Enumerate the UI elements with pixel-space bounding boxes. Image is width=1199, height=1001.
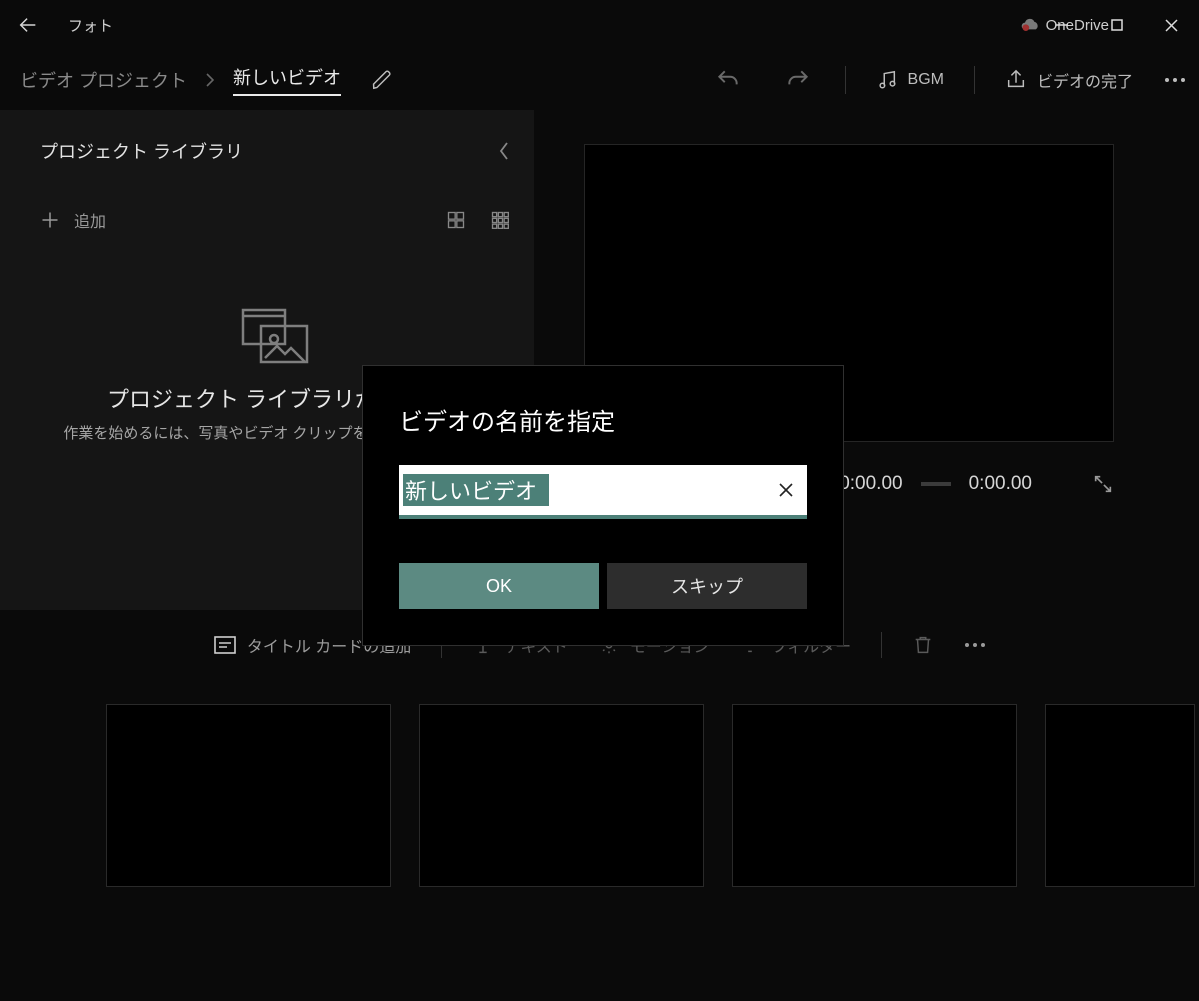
close-icon: [779, 483, 793, 497]
time-total: 0:00.00: [969, 473, 1032, 495]
maximize-icon: [1111, 19, 1123, 31]
fullscreen-button[interactable]: [1092, 473, 1114, 495]
bgm-button[interactable]: BGM: [876, 69, 944, 91]
dialog-title: ビデオの名前を指定: [399, 402, 807, 437]
storyboard-track[interactable]: [0, 680, 1199, 887]
separator: [974, 66, 975, 94]
chevron-left-icon: [498, 141, 510, 161]
minimize-icon: [1056, 19, 1068, 31]
redo-button[interactable]: [763, 67, 833, 93]
view-small-grid-button[interactable]: [490, 210, 510, 230]
window-maximize-button[interactable]: [1089, 0, 1144, 50]
arrow-left-icon: [17, 14, 39, 36]
more-horizontal-icon: [964, 642, 986, 648]
dialog-skip-label: スキップ: [671, 573, 743, 599]
grid-large-icon: [446, 210, 466, 230]
title-card-icon: [213, 635, 237, 655]
storyboard-slot[interactable]: [106, 704, 391, 887]
separator: [845, 66, 846, 94]
undo-button[interactable]: [693, 67, 763, 93]
storyboard-slot[interactable]: [1045, 704, 1195, 887]
close-icon: [1165, 19, 1178, 32]
plus-icon: [40, 210, 60, 230]
finish-video-label: ビデオの完了: [1037, 68, 1133, 92]
video-name-input[interactable]: [403, 474, 549, 506]
breadcrumb-current-video[interactable]: 新しいビデオ: [233, 64, 341, 96]
progress-track[interactable]: [921, 482, 951, 486]
time-current: 0:00.00: [839, 473, 902, 495]
breadcrumb: ビデオ プロジェクト 新しいビデオ: [20, 64, 341, 96]
library-title: プロジェクト ライブラリ: [40, 138, 243, 164]
view-large-grid-button[interactable]: [446, 210, 466, 230]
add-media-button[interactable]: 追加: [40, 208, 106, 232]
delete-clip-button: [912, 634, 934, 656]
dialog-ok-button[interactable]: OK: [399, 563, 599, 609]
more-horizontal-icon: [1164, 77, 1186, 83]
collapse-library-button[interactable]: [498, 141, 510, 161]
more-options-button[interactable]: [1151, 77, 1199, 83]
music-icon: [876, 69, 898, 91]
pencil-icon: [371, 69, 393, 91]
redo-icon: [785, 67, 811, 93]
fullscreen-icon: [1092, 473, 1114, 495]
clear-input-button[interactable]: [779, 483, 793, 497]
storyboard-slot[interactable]: [419, 704, 704, 887]
storyboard-slot[interactable]: [732, 704, 1017, 887]
name-video-dialog: ビデオの名前を指定 OK スキップ: [362, 365, 844, 646]
window-minimize-button[interactable]: [1034, 0, 1089, 50]
dialog-ok-label: OK: [486, 576, 512, 597]
bgm-label: BGM: [908, 71, 944, 89]
empty-library-icon: [40, 306, 510, 366]
breadcrumb-projects[interactable]: ビデオ プロジェクト: [20, 67, 187, 93]
storyboard-more-button[interactable]: [964, 642, 986, 648]
add-media-label: 追加: [74, 208, 106, 232]
app-title: フォト: [68, 15, 113, 36]
chevron-right-icon: [205, 72, 215, 88]
undo-icon: [715, 67, 741, 93]
rename-button[interactable]: [371, 69, 393, 91]
separator: [881, 632, 882, 658]
finish-video-button[interactable]: ビデオの完了: [1005, 68, 1133, 92]
trash-icon: [912, 634, 934, 656]
video-name-field-wrap[interactable]: [399, 465, 807, 519]
export-icon: [1005, 69, 1027, 91]
window-close-button[interactable]: [1144, 0, 1199, 50]
dialog-skip-button[interactable]: スキップ: [607, 563, 807, 609]
back-button[interactable]: [0, 0, 56, 50]
grid-small-icon: [490, 210, 510, 230]
